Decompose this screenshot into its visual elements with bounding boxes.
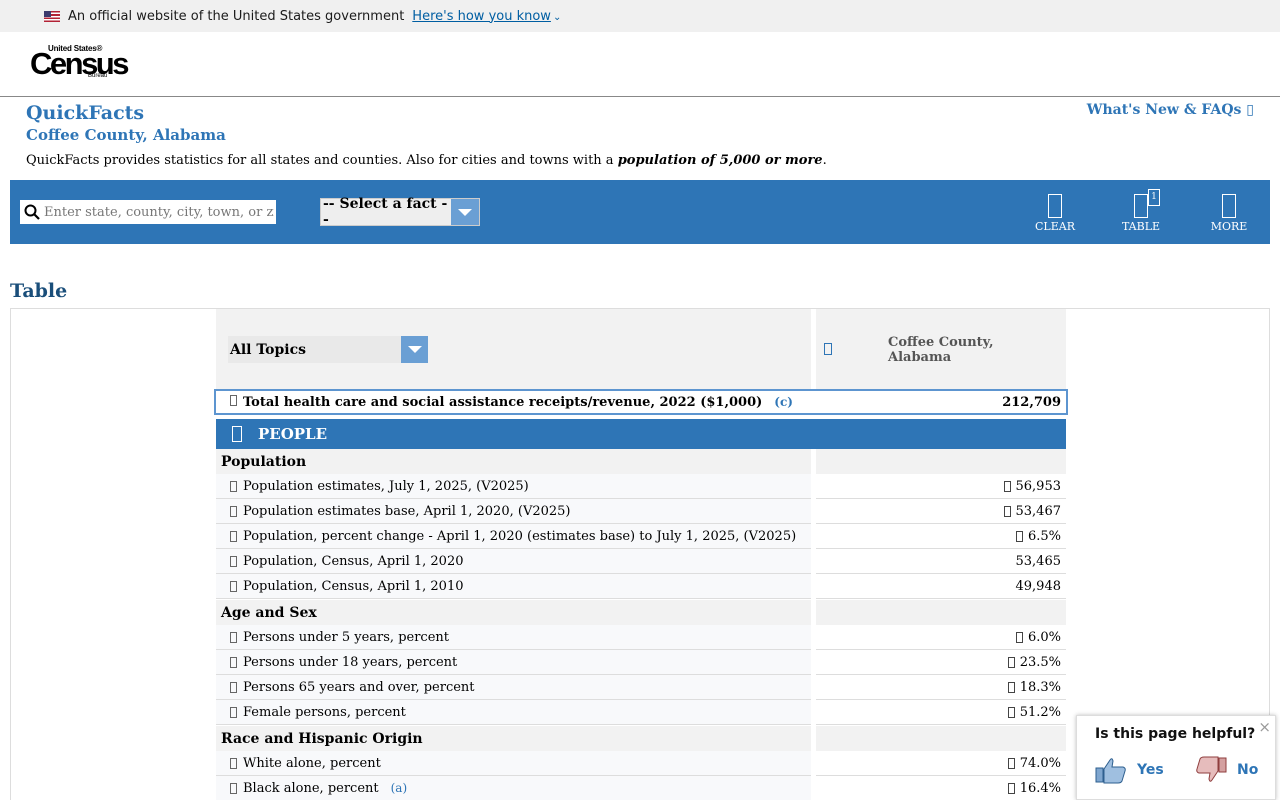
thumbs-up-icon xyxy=(1095,758,1126,784)
search-toolbar: -- Select a fact -- CLEAR 1 TABLE MORE xyxy=(10,180,1270,244)
info-icon[interactable] xyxy=(230,580,237,592)
value-flag-icon[interactable] xyxy=(1007,757,1015,769)
footnote-link[interactable]: (c) xyxy=(774,395,793,409)
table-row[interactable]: Black alone, percent (a) 16.4% xyxy=(216,776,1066,800)
search-input[interactable] xyxy=(44,204,274,220)
table-row[interactable]: Female persons, percent 51.2% xyxy=(216,700,1066,725)
gov-banner: An official website of the United States… xyxy=(0,0,1280,32)
clear-button[interactable]: CLEAR xyxy=(1025,194,1085,233)
footnote-link[interactable]: (a) xyxy=(391,781,408,795)
value-flag-icon[interactable] xyxy=(1007,706,1015,718)
highlighted-fact-row[interactable]: Total health care and social assistance … xyxy=(214,389,1068,415)
clear-icon xyxy=(1048,194,1062,218)
page-subtitle: Coffee County, Alabama xyxy=(26,126,226,144)
value-flag-icon[interactable] xyxy=(1015,530,1023,542)
feedback-question: Is this page helpful? xyxy=(1095,726,1256,742)
group-header-age-and-sex: Age and Sex xyxy=(216,600,1066,625)
dropdown-arrow-icon xyxy=(401,336,428,363)
table-row[interactable]: Population, Census, April 1, 2010 49,948 xyxy=(216,574,1066,599)
info-icon[interactable] xyxy=(230,782,237,794)
table-row[interactable]: Population estimates, July 1, 2025, (V20… xyxy=(216,474,1066,499)
whats-new-faqs-link[interactable]: What's New & FAQs ▯ xyxy=(1087,102,1254,118)
info-icon[interactable] xyxy=(230,681,237,693)
table-button[interactable]: 1 TABLE xyxy=(1111,189,1171,233)
close-icon[interactable]: × xyxy=(1258,718,1271,736)
geography-name: Coffee County, Alabama xyxy=(888,335,994,365)
external-link-icon: ▯ xyxy=(1246,102,1254,118)
info-icon[interactable] xyxy=(230,757,237,769)
page-title: QuickFacts xyxy=(26,102,145,124)
info-icon[interactable] xyxy=(230,395,237,406)
feedback-no-button[interactable]: No xyxy=(1195,756,1258,784)
people-section-header[interactable]: PEOPLE xyxy=(216,419,1066,449)
table-row[interactable]: Persons under 18 years, percent 23.5% xyxy=(216,650,1066,675)
people-icon xyxy=(232,426,242,442)
table-row[interactable]: White alone, percent 74.0% xyxy=(216,751,1066,776)
value-flag-icon[interactable] xyxy=(1007,656,1015,668)
info-icon[interactable] xyxy=(230,555,237,567)
value-flag-icon[interactable] xyxy=(1007,681,1015,693)
value-flag-icon[interactable] xyxy=(1003,480,1011,492)
topics-header: All Topics xyxy=(216,309,811,389)
feedback-yes-button[interactable]: Yes xyxy=(1095,756,1164,784)
table-row[interactable]: Population estimates base, April 1, 2020… xyxy=(216,499,1066,524)
topics-dropdown[interactable]: All Topics xyxy=(228,336,428,363)
info-icon[interactable] xyxy=(230,706,237,718)
us-flag-icon xyxy=(44,10,60,22)
chevron-down-icon: ⌄ xyxy=(552,11,562,23)
population-threshold-text: population of 5,000 or more xyxy=(617,153,823,168)
table-row[interactable]: Persons 65 years and over, percent 18.3% xyxy=(216,675,1066,700)
group-header-race-and-hispanic-origin: Race and Hispanic Origin xyxy=(216,726,1066,751)
quickfacts-header: QuickFacts Coffee County, Alabama What's… xyxy=(0,97,1280,180)
value-flag-icon[interactable] xyxy=(1003,505,1011,517)
info-icon[interactable] xyxy=(230,530,237,542)
geography-column-header: Coffee County, Alabama xyxy=(816,309,1066,389)
heres-how-you-know-link[interactable]: Here's how you know ⌄ xyxy=(412,9,561,24)
value-flag-icon[interactable] xyxy=(1015,631,1023,643)
info-icon[interactable] xyxy=(230,631,237,643)
info-icon[interactable] xyxy=(230,480,237,492)
info-icon[interactable] xyxy=(230,656,237,668)
table-row[interactable]: Population, percent change - April 1, 20… xyxy=(216,524,1066,549)
search-box xyxy=(20,200,276,224)
info-icon[interactable] xyxy=(230,505,237,517)
table-icon xyxy=(1134,194,1148,218)
site-header: United States® Census Bureau xyxy=(0,32,1280,97)
more-button[interactable]: MORE xyxy=(1199,194,1259,233)
search-icon xyxy=(20,200,44,224)
value-flag-icon[interactable] xyxy=(1007,782,1015,794)
thumbs-down-icon xyxy=(1196,756,1227,782)
table-count-badge: 1 xyxy=(1148,189,1160,206)
gov-banner-text: An official website of the United States… xyxy=(68,8,405,24)
table-heading: Table xyxy=(10,280,68,302)
census-logo[interactable]: United States® Census Bureau xyxy=(30,44,129,82)
group-header-population: Population xyxy=(216,449,1066,474)
table-row[interactable]: Population, Census, April 1, 2020 53,465 xyxy=(216,549,1066,574)
dropdown-arrow-icon xyxy=(451,199,479,225)
fact-value: 212,709 xyxy=(1002,395,1061,410)
page-description: QuickFacts provides statistics for all s… xyxy=(26,153,827,168)
more-icon xyxy=(1222,194,1236,218)
remove-geography-icon[interactable] xyxy=(824,343,832,355)
table-row[interactable]: Persons under 5 years, percent 6.0% xyxy=(216,625,1066,650)
feedback-widget: Is this page helpful? × Yes No xyxy=(1076,715,1276,800)
select-fact-dropdown[interactable]: -- Select a fact -- xyxy=(320,196,480,228)
